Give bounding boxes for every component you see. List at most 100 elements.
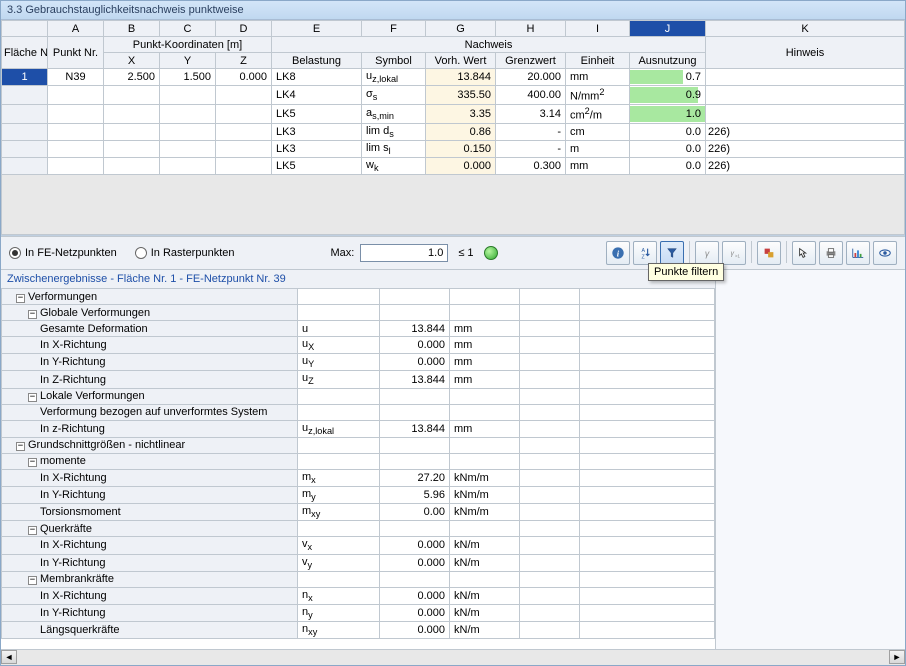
cell[interactable] xyxy=(104,123,160,140)
tree-label[interactable]: −Globale Verformungen xyxy=(2,305,298,321)
subgrid-row[interactable]: In X-Richtungvx0.000kN/m xyxy=(2,537,715,554)
subgrid-row[interactable]: In Y-RichtunguY0.000mm xyxy=(2,354,715,371)
subgrid-row[interactable]: −momente xyxy=(2,453,715,469)
filter-y-cond-button[interactable]: γ>1 xyxy=(722,241,746,265)
subgrid-row[interactable]: In Z-RichtunguZ13.844mm xyxy=(2,371,715,388)
cell-hinweis[interactable]: 226) xyxy=(706,157,905,174)
tree-label[interactable]: In Y-Richtung xyxy=(2,604,298,621)
subgrid-row[interactable]: −Membrankräfte xyxy=(2,571,715,587)
cell[interactable]: mm xyxy=(566,157,630,174)
col-punkt-nr[interactable]: Punkt Nr. xyxy=(48,37,104,69)
horizontal-scrollbar[interactable]: ◄ ► xyxy=(1,649,905,665)
subgrid-row[interactable]: −Globale Verformungen xyxy=(2,305,715,321)
tree-label[interactable]: In X-Richtung xyxy=(2,537,298,554)
cell[interactable]: 0.300 xyxy=(496,157,566,174)
tree-label[interactable]: In Y-Richtung xyxy=(2,487,298,504)
col-letter-H[interactable]: H xyxy=(496,21,566,37)
cell[interactable] xyxy=(216,157,272,174)
cell[interactable]: 2.500 xyxy=(104,69,160,86)
cell[interactable]: LK5 xyxy=(272,104,362,123)
cell[interactable]: cm2/m xyxy=(566,104,630,123)
cell[interactable]: N/mm2 xyxy=(566,86,630,105)
cell[interactable]: N39 xyxy=(48,69,104,86)
tree-toggle-icon[interactable]: − xyxy=(28,310,37,319)
cell[interactable] xyxy=(216,140,272,157)
cell[interactable]: 1.500 xyxy=(160,69,216,86)
cell[interactable]: LK8 xyxy=(272,69,362,86)
cell-ausnutzung[interactable]: 1.0 xyxy=(630,104,706,123)
col-belastung[interactable]: Belastung xyxy=(272,53,362,69)
cell[interactable]: lim sl xyxy=(362,140,426,157)
subgrid-row[interactable]: −Grundschnittgrößen - nichtlinear xyxy=(2,437,715,453)
cell-hinweis[interactable] xyxy=(706,69,905,86)
table-row[interactable]: LK3lim sl0.150-m0.0226) xyxy=(2,140,905,157)
tree-label[interactable]: In z-Richtung xyxy=(2,420,298,437)
cell[interactable]: LK3 xyxy=(272,123,362,140)
scroll-right-button[interactable]: ► xyxy=(889,650,905,664)
col-einheit[interactable]: Einheit xyxy=(566,53,630,69)
cell[interactable] xyxy=(104,140,160,157)
cell[interactable] xyxy=(48,104,104,123)
tree-toggle-icon[interactable]: − xyxy=(28,458,37,467)
tree-toggle-icon[interactable]: − xyxy=(16,442,25,451)
col-letter-B[interactable]: B xyxy=(104,21,160,37)
cell[interactable]: - xyxy=(496,140,566,157)
cell[interactable]: 335.50 xyxy=(426,86,496,105)
cell[interactable]: 20.000 xyxy=(496,69,566,86)
cell[interactable] xyxy=(216,104,272,123)
cell[interactable] xyxy=(104,157,160,174)
cell[interactable] xyxy=(48,157,104,174)
table-row[interactable]: 1N392.5001.5000.000LK8uz,lokal13.84420.0… xyxy=(2,69,905,86)
cell[interactable] xyxy=(216,86,272,105)
filter-y-button[interactable]: γ xyxy=(695,241,719,265)
table-row[interactable]: LK5as,min3.353.14cm2/m1.0 xyxy=(2,104,905,123)
cell-ausnutzung[interactable]: 0.0 xyxy=(630,123,706,140)
tree-toggle-icon[interactable]: − xyxy=(28,576,37,585)
col-letter-I[interactable]: I xyxy=(566,21,630,37)
col-letter-A[interactable]: A xyxy=(48,21,104,37)
cell[interactable] xyxy=(160,86,216,105)
cell[interactable]: as,min xyxy=(362,104,426,123)
chart-button[interactable] xyxy=(846,241,870,265)
row-header[interactable] xyxy=(2,86,48,105)
cell[interactable]: 0.000 xyxy=(426,157,496,174)
subgrid-row[interactable]: Längsquerkräftenxy0.000kN/m xyxy=(2,622,715,639)
row-header[interactable] xyxy=(2,157,48,174)
radio-fe-netzpunkten[interactable]: In FE-Netzpunkten xyxy=(9,247,117,259)
subgrid-row[interactable]: In z-Richtunguz,lokal13.844mm xyxy=(2,420,715,437)
cell[interactable]: 13.844 xyxy=(426,69,496,86)
row-header[interactable]: 1 xyxy=(2,69,48,86)
cell[interactable]: LK4 xyxy=(272,86,362,105)
col-letter-D[interactable]: D xyxy=(216,21,272,37)
tree-label[interactable]: In Y-Richtung xyxy=(2,554,298,571)
cell[interactable]: 3.35 xyxy=(426,104,496,123)
col-symbol[interactable]: Symbol xyxy=(362,53,426,69)
cell[interactable] xyxy=(160,104,216,123)
col-y[interactable]: Y xyxy=(160,53,216,69)
tree-toggle-icon[interactable]: − xyxy=(28,526,37,535)
subgrid-row[interactable]: In Y-Richtungmy5.96kNm/m xyxy=(2,487,715,504)
tree-label[interactable]: In Y-Richtung xyxy=(2,354,298,371)
cell[interactable]: 0.150 xyxy=(426,140,496,157)
cell[interactable]: 3.14 xyxy=(496,104,566,123)
cell[interactable] xyxy=(160,140,216,157)
subgrid-row[interactable]: −Verformungen xyxy=(2,289,715,305)
cell-ausnutzung[interactable]: 0.7 xyxy=(630,69,706,86)
tree-label[interactable]: −Verformungen xyxy=(2,289,298,305)
tree-label[interactable]: −Membrankräfte xyxy=(2,571,298,587)
cell[interactable] xyxy=(48,123,104,140)
cell[interactable] xyxy=(48,86,104,105)
filter-points-button[interactable] xyxy=(660,241,684,265)
tools-button[interactable] xyxy=(757,241,781,265)
cell[interactable] xyxy=(104,104,160,123)
tree-label[interactable]: −Lokale Verformungen xyxy=(2,388,298,404)
tree-toggle-icon[interactable]: − xyxy=(28,393,37,402)
subgrid-row[interactable]: −Lokale Verformungen xyxy=(2,388,715,404)
col-flaeche-nr[interactable]: Fläche Nr. xyxy=(2,37,48,69)
row-header[interactable] xyxy=(2,104,48,123)
max-input[interactable] xyxy=(360,244,448,262)
cell[interactable]: σs xyxy=(362,86,426,105)
cell[interactable] xyxy=(160,157,216,174)
cell-ausnutzung[interactable]: 0.0 xyxy=(630,157,706,174)
cell[interactable]: cm xyxy=(566,123,630,140)
